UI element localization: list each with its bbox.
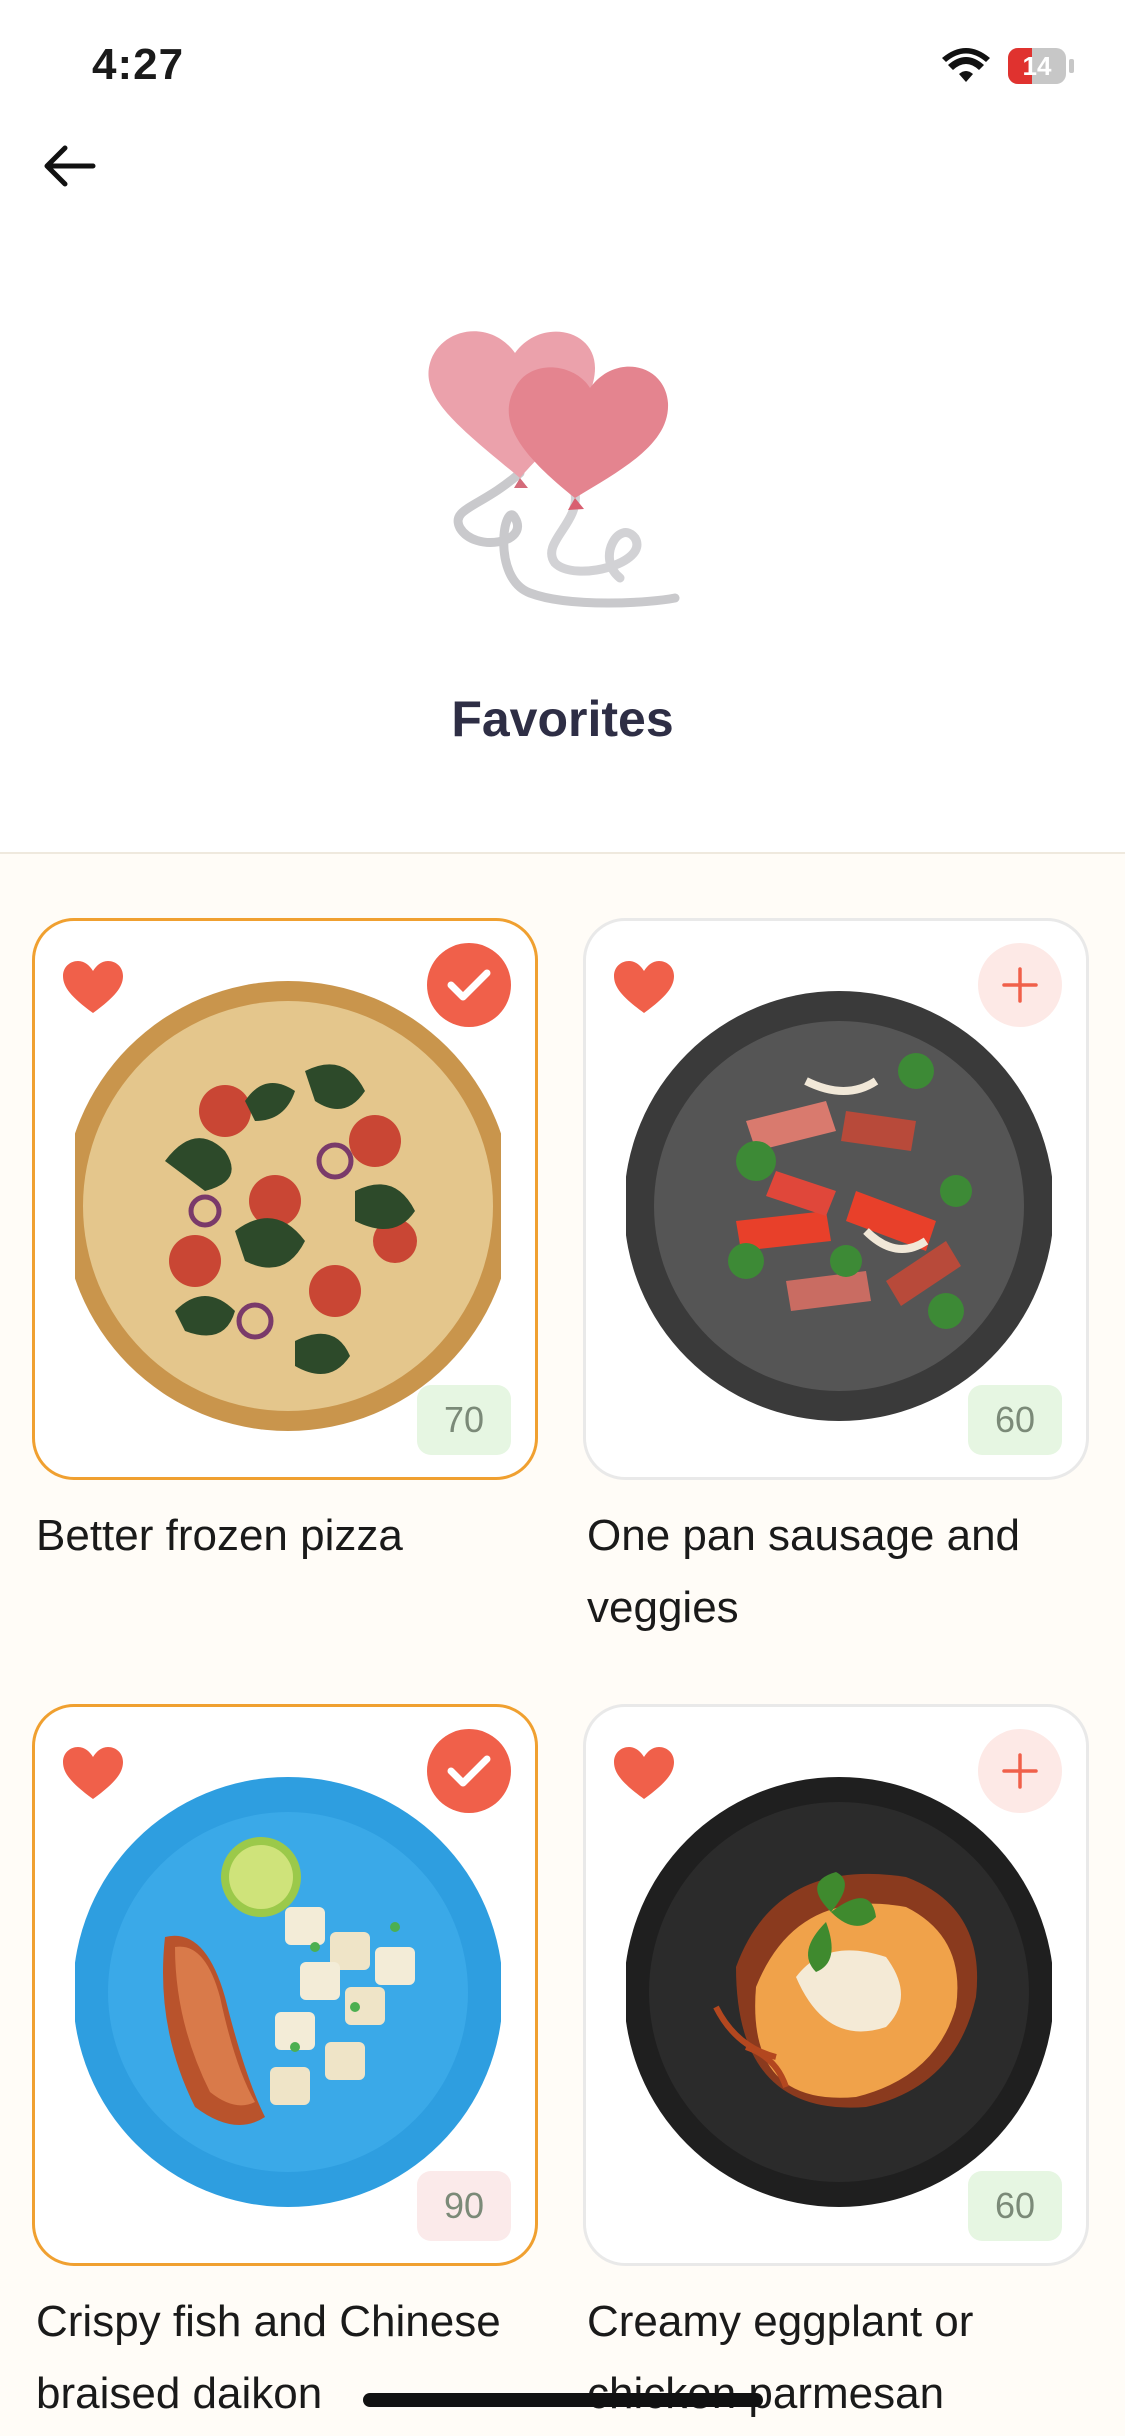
page-title: Favorites	[451, 691, 674, 747]
sausage-bowl-image	[626, 991, 1052, 1421]
back-button[interactable]	[34, 136, 104, 196]
favorite-heart-icon[interactable]	[612, 959, 676, 1020]
battery-icon: 14	[1008, 48, 1074, 86]
recipe-title[interactable]: One pan sausage and veggies	[587, 1500, 1107, 1644]
recipe-card-crispy-fish[interactable]: 90	[32, 1704, 538, 2266]
selected-check-icon[interactable]	[427, 943, 511, 1027]
add-plus-icon[interactable]	[978, 1729, 1062, 1813]
score-badge: 60	[968, 1385, 1062, 1455]
arrow-left-icon	[44, 145, 96, 187]
heart-balloons-icon	[420, 318, 710, 623]
score-badge: 60	[968, 2171, 1062, 2241]
recipe-title[interactable]: Crispy fish and Chinese braised daikon	[36, 2286, 556, 2430]
selected-check-icon[interactable]	[427, 1729, 511, 1813]
fish-plate-image	[75, 1777, 501, 2207]
home-indicator[interactable]	[363, 2393, 763, 2407]
status-time: 4:27	[92, 40, 185, 89]
recipe-title[interactable]: Better frozen pizza	[36, 1500, 556, 1572]
score-badge: 90	[417, 2171, 511, 2241]
pizza-image	[75, 981, 501, 1431]
favorite-heart-icon[interactable]	[61, 1745, 125, 1806]
score-badge: 70	[417, 1385, 511, 1455]
recipe-card-creamy-eggplant[interactable]: 60	[583, 1704, 1089, 2266]
recipe-card-better-frozen-pizza[interactable]: 70	[32, 918, 538, 1480]
eggplant-parmesan-image	[626, 1777, 1052, 2207]
add-plus-icon[interactable]	[978, 943, 1062, 1027]
status-bar: 4:27 14	[0, 0, 1125, 140]
recipe-card-one-pan-sausage[interactable]: 60	[583, 918, 1089, 1480]
wifi-icon	[942, 48, 990, 89]
favorite-heart-icon[interactable]	[61, 959, 125, 1020]
battery-level: 14	[1022, 51, 1052, 81]
recipe-title[interactable]: Creamy eggplant or chicken parmesan	[587, 2286, 1107, 2430]
favorite-heart-icon[interactable]	[612, 1745, 676, 1806]
